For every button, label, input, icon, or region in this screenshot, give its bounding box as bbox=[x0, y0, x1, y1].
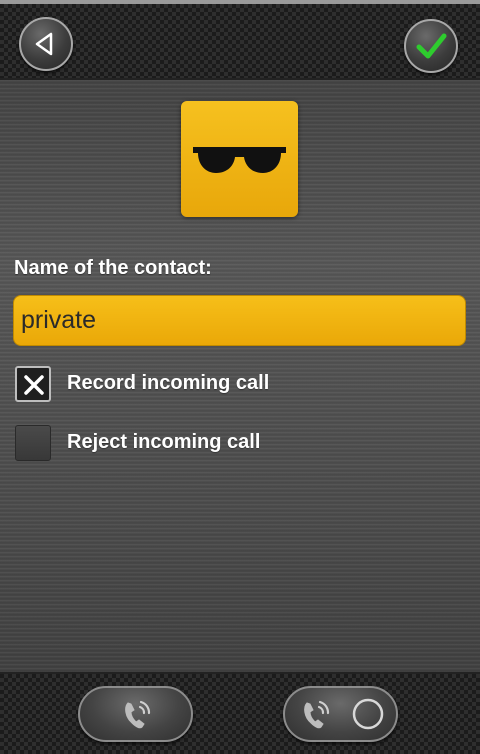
call-button[interactable] bbox=[78, 686, 193, 742]
contact-avatar[interactable] bbox=[181, 101, 298, 217]
confirm-button[interactable] bbox=[404, 19, 458, 73]
call-record-button[interactable] bbox=[283, 686, 398, 742]
reject-checkbox[interactable] bbox=[15, 425, 51, 461]
record-circle-icon bbox=[352, 698, 384, 730]
sunglasses-icon bbox=[193, 147, 286, 173]
cross-check-icon bbox=[24, 375, 44, 395]
record-checkbox[interactable] bbox=[15, 366, 51, 402]
contact-name-input[interactable] bbox=[13, 295, 466, 346]
phone-ringing-icon bbox=[125, 700, 151, 729]
record-option-label: Record incoming call bbox=[67, 372, 270, 394]
phone-ringing-icon bbox=[304, 700, 330, 729]
reject-option-label: Reject incoming call bbox=[67, 431, 261, 453]
top-toolbar bbox=[0, 0, 480, 80]
call-record-icons bbox=[304, 698, 384, 730]
bottom-toolbar bbox=[0, 672, 480, 754]
back-button[interactable] bbox=[19, 17, 73, 71]
checkmark-icon bbox=[416, 33, 447, 59]
triangle-left-icon bbox=[35, 32, 53, 56]
contact-name-label: Name of the contact: bbox=[14, 257, 212, 279]
